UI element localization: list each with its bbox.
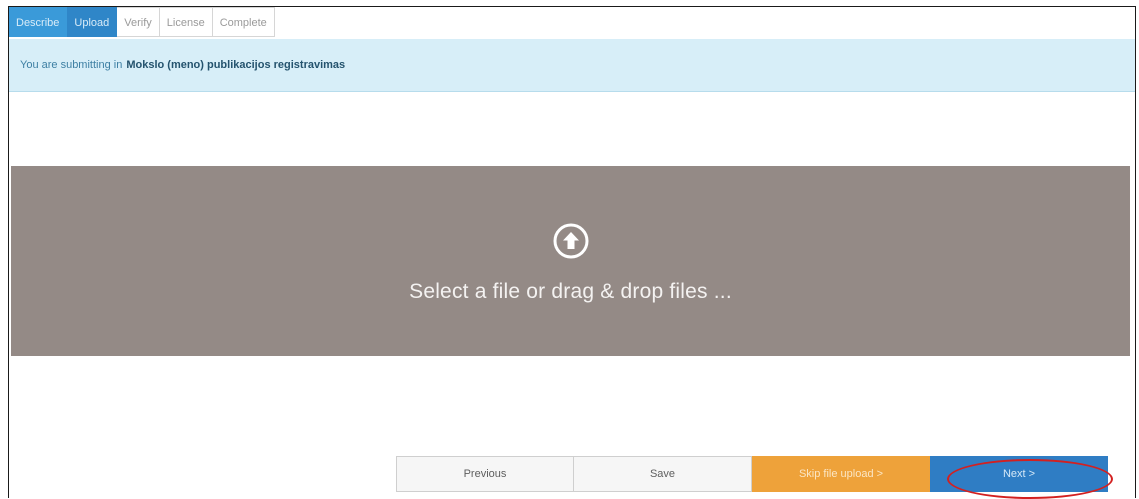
tab-upload[interactable]: Upload	[67, 7, 118, 37]
previous-button[interactable]: Previous	[396, 456, 574, 492]
file-dropzone[interactable]: Select a file or drag & drop files ...	[11, 166, 1130, 356]
upload-arrow-circle-icon	[553, 223, 588, 259]
step-tabs: Describe Upload Verify License Complete	[9, 7, 275, 37]
action-buttons: Previous Save Skip file upload > Next >	[396, 456, 1108, 492]
dropzone-prompt: Select a file or drag & drop files ...	[409, 280, 732, 303]
next-button[interactable]: Next >	[930, 456, 1108, 492]
submission-info-bar: You are submitting in Mokslo (meno) publ…	[9, 39, 1135, 92]
tab-verify[interactable]: Verify	[117, 7, 160, 37]
tab-license[interactable]: License	[159, 7, 213, 37]
save-button[interactable]: Save	[574, 456, 752, 492]
tab-complete[interactable]: Complete	[212, 7, 275, 37]
collection-name: Mokslo (meno) publikacijos registravimas	[126, 59, 346, 71]
skip-upload-button[interactable]: Skip file upload >	[752, 456, 930, 492]
tab-describe[interactable]: Describe	[9, 7, 68, 37]
info-prefix: You are submitting in	[20, 59, 123, 71]
